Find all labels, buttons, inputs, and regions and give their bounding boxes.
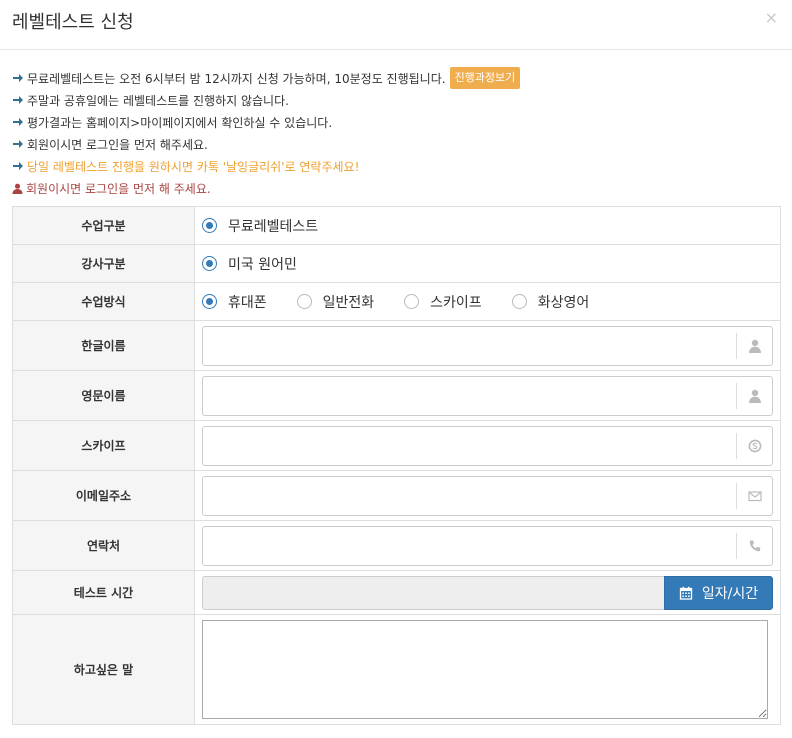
date-time-button[interactable]: 일자/시간 <box>664 575 773 610</box>
message-textarea[interactable] <box>202 620 768 719</box>
form-row-korean-name: 한글이름 <box>12 320 781 371</box>
arrow-right-icon <box>13 140 23 148</box>
input-addon <box>736 382 772 409</box>
phone-input[interactable] <box>203 526 736 565</box>
calendar-icon <box>679 586 693 600</box>
notice-item: 당일 레벨테스트 진행을 원하시면 카톡 '날잉글리쉬'로 연락주세요! <box>12 155 782 177</box>
radio-circle[interactable] <box>202 256 217 271</box>
notice-item: 무료레벨테스트는 오전 6시부터 밤 12시까지 신청 가능하며, 10분정도 … <box>12 67 782 89</box>
radio-us-native[interactable]: 미국 원어민 <box>202 254 297 274</box>
modal-header: 레벨테스트 신청 × <box>0 0 792 50</box>
field-label: 영문이름 <box>12 370 195 421</box>
notice-item: 주말과 공휴일에는 레벨테스트를 진행하지 않습니다. <box>12 89 782 111</box>
notice-item: 회원이시면 로그인을 먼저 해 주세요. <box>12 177 782 199</box>
view-process-button[interactable]: 진행과정보기 <box>449 67 521 89</box>
field-label: 테스트 시간 <box>12 570 195 615</box>
input-addon <box>736 332 772 359</box>
class-method-radio-group: 휴대폰 일반전화 스카이프 화상영어 <box>202 292 773 312</box>
arrow-right-icon <box>13 118 23 126</box>
notice-list: 무료레벨테스트는 오전 6시부터 밤 12시까지 신청 가능하며, 10분정도 … <box>12 67 782 199</box>
user-icon <box>748 389 761 403</box>
field-label: 하고싶은 말 <box>12 614 195 725</box>
field-label: 연락처 <box>12 520 195 571</box>
skype-input-group <box>202 425 773 466</box>
input-addon <box>736 482 772 509</box>
korean-name-input[interactable] <box>203 326 736 365</box>
notice-item: 회원이시면 로그인을 먼저 해주세요. <box>12 133 782 155</box>
skype-icon <box>748 439 761 452</box>
form-row-test-time: 테스트 시간 일자/시간 <box>12 570 781 615</box>
radio-skype[interactable]: 스카이프 <box>404 292 482 312</box>
notice-text: 무료레벨테스트는 오전 6시부터 밤 12시까지 신청 가능하며, 10분정도 … <box>27 71 446 86</box>
modal-title: 레벨테스트 신청 <box>12 12 134 33</box>
field-label: 수업구분 <box>12 206 195 245</box>
form-row-message: 하고싶은 말 <box>12 614 781 725</box>
form-row-phone: 연락처 <box>12 520 781 571</box>
skype-input[interactable] <box>203 426 736 465</box>
form-row-class-type: 수업구분 무료레벨테스트 <box>12 206 781 245</box>
form-row-class-method: 수업방식 휴대폰 일반전화 스카이프 화상영어 <box>12 282 781 321</box>
arrow-right-icon <box>13 162 23 170</box>
radio-label: 스카이프 <box>430 294 482 311</box>
close-button[interactable]: × <box>765 10 778 26</box>
test-time-display <box>202 575 664 610</box>
arrow-right-icon <box>13 74 23 82</box>
notice-text: 평가결과는 홈페이지>마이페이지에서 확인하실 수 있습니다. <box>27 115 333 130</box>
arrow-right-icon <box>13 96 23 104</box>
level-test-form: 수업구분 무료레벨테스트 강사구분 미국 원어민 수업방식 휴대폰 일반전화 스… <box>12 206 781 725</box>
test-time-group: 일자/시간 <box>202 575 773 610</box>
field-label: 스카이프 <box>12 420 195 471</box>
english-name-input-group <box>202 375 773 416</box>
radio-landline[interactable]: 일반전화 <box>296 292 375 312</box>
radio-label: 무료레벨테스트 <box>228 218 319 235</box>
radio-circle[interactable] <box>202 294 217 309</box>
date-time-button-label: 일자/시간 <box>701 585 759 602</box>
radio-circle[interactable] <box>404 294 420 309</box>
radio-video[interactable]: 화상영어 <box>511 292 590 312</box>
user-icon <box>748 339 761 353</box>
form-row-english-name: 영문이름 <box>12 370 781 421</box>
form-row-teacher-type: 강사구분 미국 원어민 <box>12 244 781 283</box>
class-type-radio-group: 무료레벨테스트 <box>202 216 773 236</box>
notice-text: 회원이시면 로그인을 먼저 해주세요. <box>27 137 208 152</box>
notice-text: 주말과 공휴일에는 레벨테스트를 진행하지 않습니다. <box>27 93 289 108</box>
phone-icon <box>749 540 760 551</box>
notice-text: 회원이시면 로그인을 먼저 해 주세요. <box>26 181 211 196</box>
form-row-skype: 스카이프 <box>12 420 781 471</box>
field-label: 강사구분 <box>12 244 195 283</box>
phone-input-group <box>202 525 773 566</box>
radio-circle[interactable] <box>511 294 527 309</box>
radio-circle[interactable] <box>202 218 217 233</box>
radio-circle[interactable] <box>296 294 312 309</box>
korean-name-input-group <box>202 325 773 366</box>
notice-text: 당일 레벨테스트 진행을 원하시면 카톡 '날잉글리쉬'로 연락주세요! <box>27 159 360 174</box>
input-addon <box>736 432 772 459</box>
notice-item: 평가결과는 홈페이지>마이페이지에서 확인하실 수 있습니다. <box>12 111 782 133</box>
field-label: 한글이름 <box>12 320 195 371</box>
radio-free-level-test[interactable]: 무료레벨테스트 <box>202 216 318 236</box>
teacher-type-radio-group: 미국 원어민 <box>202 254 773 274</box>
radio-label: 일반전화 <box>322 294 375 311</box>
field-label: 수업방식 <box>12 282 195 321</box>
input-addon <box>736 532 772 559</box>
radio-label: 미국 원어민 <box>228 256 297 273</box>
email-input[interactable] <box>203 476 736 515</box>
radio-label: 화상영어 <box>537 294 590 311</box>
english-name-input[interactable] <box>203 376 736 415</box>
envelope-icon <box>747 490 762 501</box>
radio-mobile[interactable]: 휴대폰 <box>202 292 267 312</box>
email-input-group <box>202 475 773 516</box>
field-label: 이메일주소 <box>12 470 195 521</box>
radio-label: 휴대폰 <box>228 294 267 311</box>
form-row-email: 이메일주소 <box>12 470 781 521</box>
user-icon <box>12 183 23 194</box>
